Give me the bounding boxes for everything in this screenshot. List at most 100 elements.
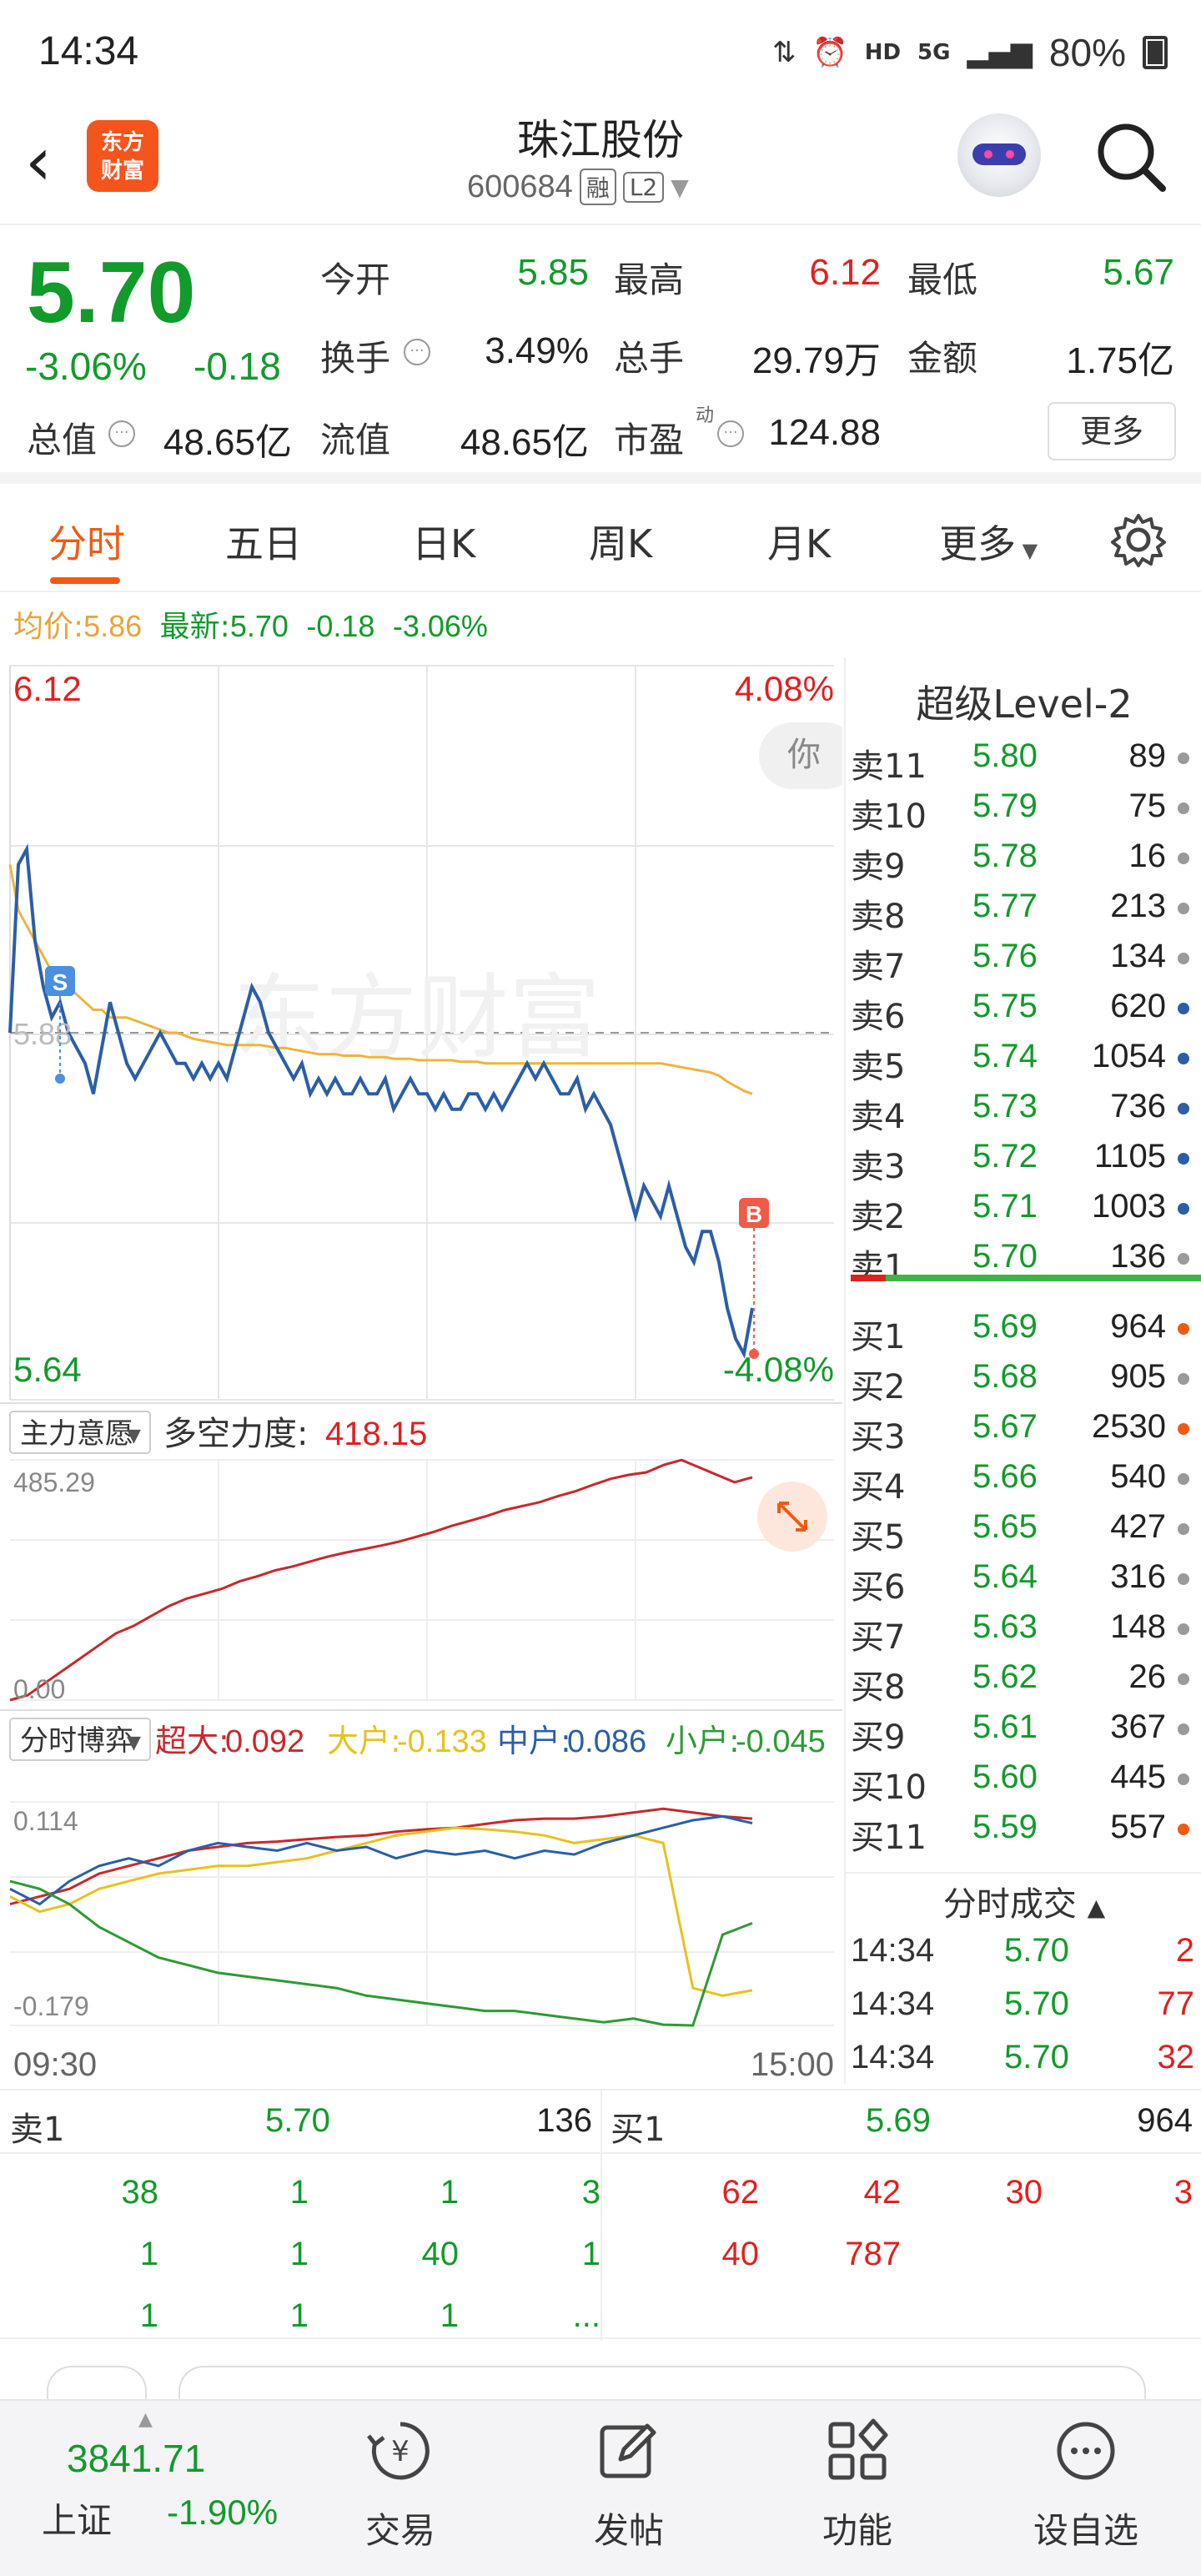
bid-row[interactable]: 买11 5.59 557 [846,1804,1196,1857]
tick-volume: 2 [1175,1932,1194,1969]
ask-row[interactable]: 卖6 5.75 620 [846,983,1196,1036]
turnover-value: 3.49% [485,330,589,371]
level-volume: 134 [1110,938,1166,974]
level-dot-icon [1178,1253,1189,1265]
level-price: 5.62 [972,1658,1038,1695]
open-label: 今开 [320,259,391,300]
queue-sell-cell: 1 [139,2236,158,2272]
index-change[interactable]: -1.90% [167,2493,278,2533]
order-book[interactable]: 超级Level-2 卖11 5.80 89 卖10 5.79 75 卖9 5.78 16 卖8 5.… [844,657,1201,2084]
level-label: 买4 [851,1468,906,1507]
level-price: 5.65 [972,1508,1038,1545]
tab-five-day[interactable]: 五日 [225,514,302,569]
level-volume: 26 [1128,1658,1167,1695]
bid-row[interactable]: 买3 5.67 2530 [846,1403,1196,1457]
level-volume: 136 [1110,1238,1166,1275]
bid-row[interactable]: 买8 5.62 26 [846,1653,1196,1707]
level-price: 5.67 [972,1408,1038,1445]
nav-trade[interactable]: ¥ 交易 [317,2418,484,2553]
indicator-y-top: 485.29 [13,1467,95,1497]
stock-code-row[interactable]: 600684 融 L2 ▼ [467,169,689,205]
bid-row[interactable]: 买2 5.68 905 [846,1353,1196,1406]
level-dot-icon [1178,953,1189,964]
bid-row[interactable]: 买7 5.63 148 [846,1603,1196,1657]
bid-row[interactable]: 买10 5.60 445 [846,1753,1196,1807]
queue-buy-cell: 30 [1005,2174,1043,2211]
level-label: 卖5 [851,1048,906,1086]
ask-row[interactable]: 卖7 5.76 134 [846,933,1196,986]
ask-row[interactable]: 卖10 5.79 75 [846,782,1196,836]
low-value: 5.67 [1103,252,1174,293]
nav-post[interactable]: 发帖 [545,2418,712,2553]
level-price: 5.59 [972,1809,1038,1845]
tick-volume: 77 [1157,1985,1195,2022]
level-volume: 16 [1128,838,1167,874]
pct-axis-top-label: 4.08% [735,669,834,708]
status-bar: 14:34 ⇅ ⏰ HD 5G ▂▄▆ 80% [0,0,1201,100]
nav-functions[interactable]: 功能 [774,2418,941,2553]
level-dot-icon [1178,1103,1189,1114]
bid-row[interactable]: 买5 5.65 427 [846,1503,1196,1557]
queue-sell-cell: 3 [581,2174,600,2211]
level-price: 5.61 [972,1708,1038,1745]
ai-robot-avatar[interactable] [957,113,1041,197]
level-volume: 557 [1110,1809,1166,1845]
turnover-label: 换手 [320,338,391,379]
level2-tag: L2 [622,171,665,203]
low-label: 最低 [907,259,978,300]
level-label: 买3 [851,1418,906,1457]
level-dot-icon [1178,1573,1189,1585]
data-transfer-icon: ⇅ [771,36,796,69]
tab-monthly-k[interactable]: 月K [767,514,831,569]
ask-row[interactable]: 卖3 5.72 1105 [846,1133,1196,1186]
bid-row[interactable]: 买9 5.61 367 [846,1703,1196,1757]
chart-svg[interactable]: 东方财富6.125.644.08%-4.08%5.88SB你主力意愿▼ 多空力度:… [0,657,859,2092]
indicator-value: 418.15 [325,1416,427,1452]
ask-row[interactable]: 卖2 5.71 1003 [846,1183,1196,1236]
ask-row[interactable]: 卖11 5.80 89 [846,732,1196,786]
level-dot-icon [1178,1673,1189,1685]
tab-daily-k[interactable]: 日K [412,514,475,569]
index-value[interactable]: 3841.71 [67,2436,205,2481]
nav-watchlist[interactable]: 设自选 [1003,2418,1169,2553]
info-icon[interactable]: ··· [717,420,744,447]
info-icon[interactable]: ··· [108,420,135,447]
index-name[interactable]: 上证 [42,2493,112,2543]
flow-legend-value: 0.092 [225,1724,304,1759]
level-volume: 1054 [1092,1038,1166,1074]
queue-buy-price: 5.69 [866,2102,931,2139]
ask-row[interactable]: 卖5 5.74 1054 [846,1033,1196,1086]
triangle-up-icon: ▲ [1087,1894,1106,1921]
queue-buy-volume: 964 [1137,2102,1193,2139]
queue-sell-cell: 40 [421,2236,460,2272]
trade-ticks-header[interactable]: 分时成交 ▲ [846,1877,1201,1925]
high-label: 最高 [614,259,685,300]
level-price: 5.64 [972,1558,1038,1595]
tab-more[interactable]: 更多 ▼ [939,514,1038,569]
level-volume: 736 [1110,1088,1166,1124]
ask-row[interactable]: 卖4 5.73 736 [846,1083,1196,1136]
gear-icon[interactable] [1109,511,1168,569]
bid-row[interactable]: 买4 5.66 540 [846,1453,1196,1507]
active-tab-indicator [50,577,120,584]
queue-buy-cell: 40 [721,2236,760,2272]
stock-header: ‹ 东方 财富 珠江股份 600684 融 L2 ▼ [0,100,1201,225]
tab-weekly-k[interactable]: 周K [589,514,652,569]
ask-row[interactable]: 卖8 5.77 213 [846,883,1196,936]
bid-row[interactable]: 买6 5.64 316 [846,1553,1196,1607]
more-button[interactable]: 更多 [1048,402,1176,460]
level-volume: 540 [1110,1458,1166,1495]
chart-area[interactable]: 东方财富 6.12 5.64 4.08% -4.08% 5.88 S B 你主力意愿 ▼ 多空力度:… [0,657,859,2092]
bid-row[interactable]: 买1 5.69 964 [846,1303,1196,1356]
level-price: 5.75 [972,988,1038,1024]
ask-row[interactable]: 卖9 5.78 16 [846,833,1196,886]
search-icon[interactable] [1093,118,1168,194]
quote-panel: 5.70 -3.06% -0.18 今开 5.85 最高 6.12 最低 5.6… [0,227,1201,484]
info-icon[interactable]: ··· [404,339,430,365]
tab-intraday[interactable]: 分时 [48,514,125,569]
margin-tag: 融 [579,169,616,205]
level-label: 买11 [851,1819,927,1857]
float-value: 48.65亿 [460,422,589,463]
level-dot-icon [1178,1824,1189,1835]
level-dot-icon [1178,1774,1189,1785]
